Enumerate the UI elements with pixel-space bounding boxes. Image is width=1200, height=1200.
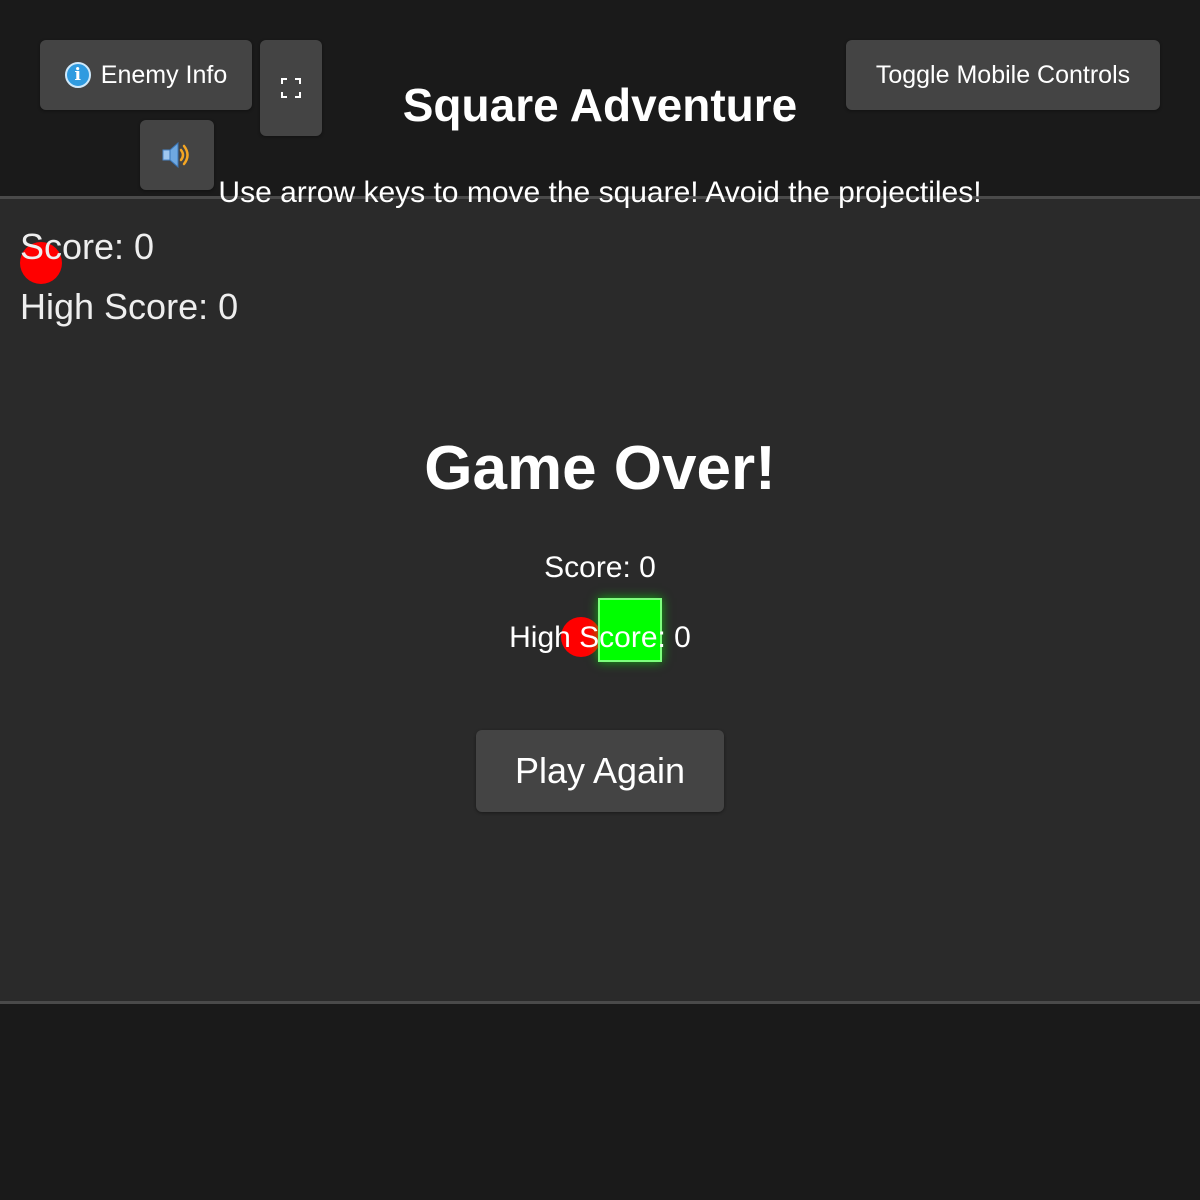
game-over-title: Game Over!	[424, 434, 776, 503]
speaker-icon	[162, 141, 189, 169]
page: i Enemy Info Square Adventure Toggle Mob…	[0, 0, 1200, 1200]
play-again-button[interactable]: Play Again	[476, 730, 724, 812]
instructions-text: Use arrow keys to move the square! Avoid…	[218, 176, 982, 209]
hud-score: Score: 0	[20, 226, 155, 267]
game-over-high-score: High Score: 0	[509, 621, 691, 654]
hud-high-score: High Score: 0	[20, 286, 239, 327]
game-over-score: Score: 0	[544, 551, 656, 584]
toggle-mobile-controls-button[interactable]: Toggle Mobile Controls	[846, 40, 1160, 110]
